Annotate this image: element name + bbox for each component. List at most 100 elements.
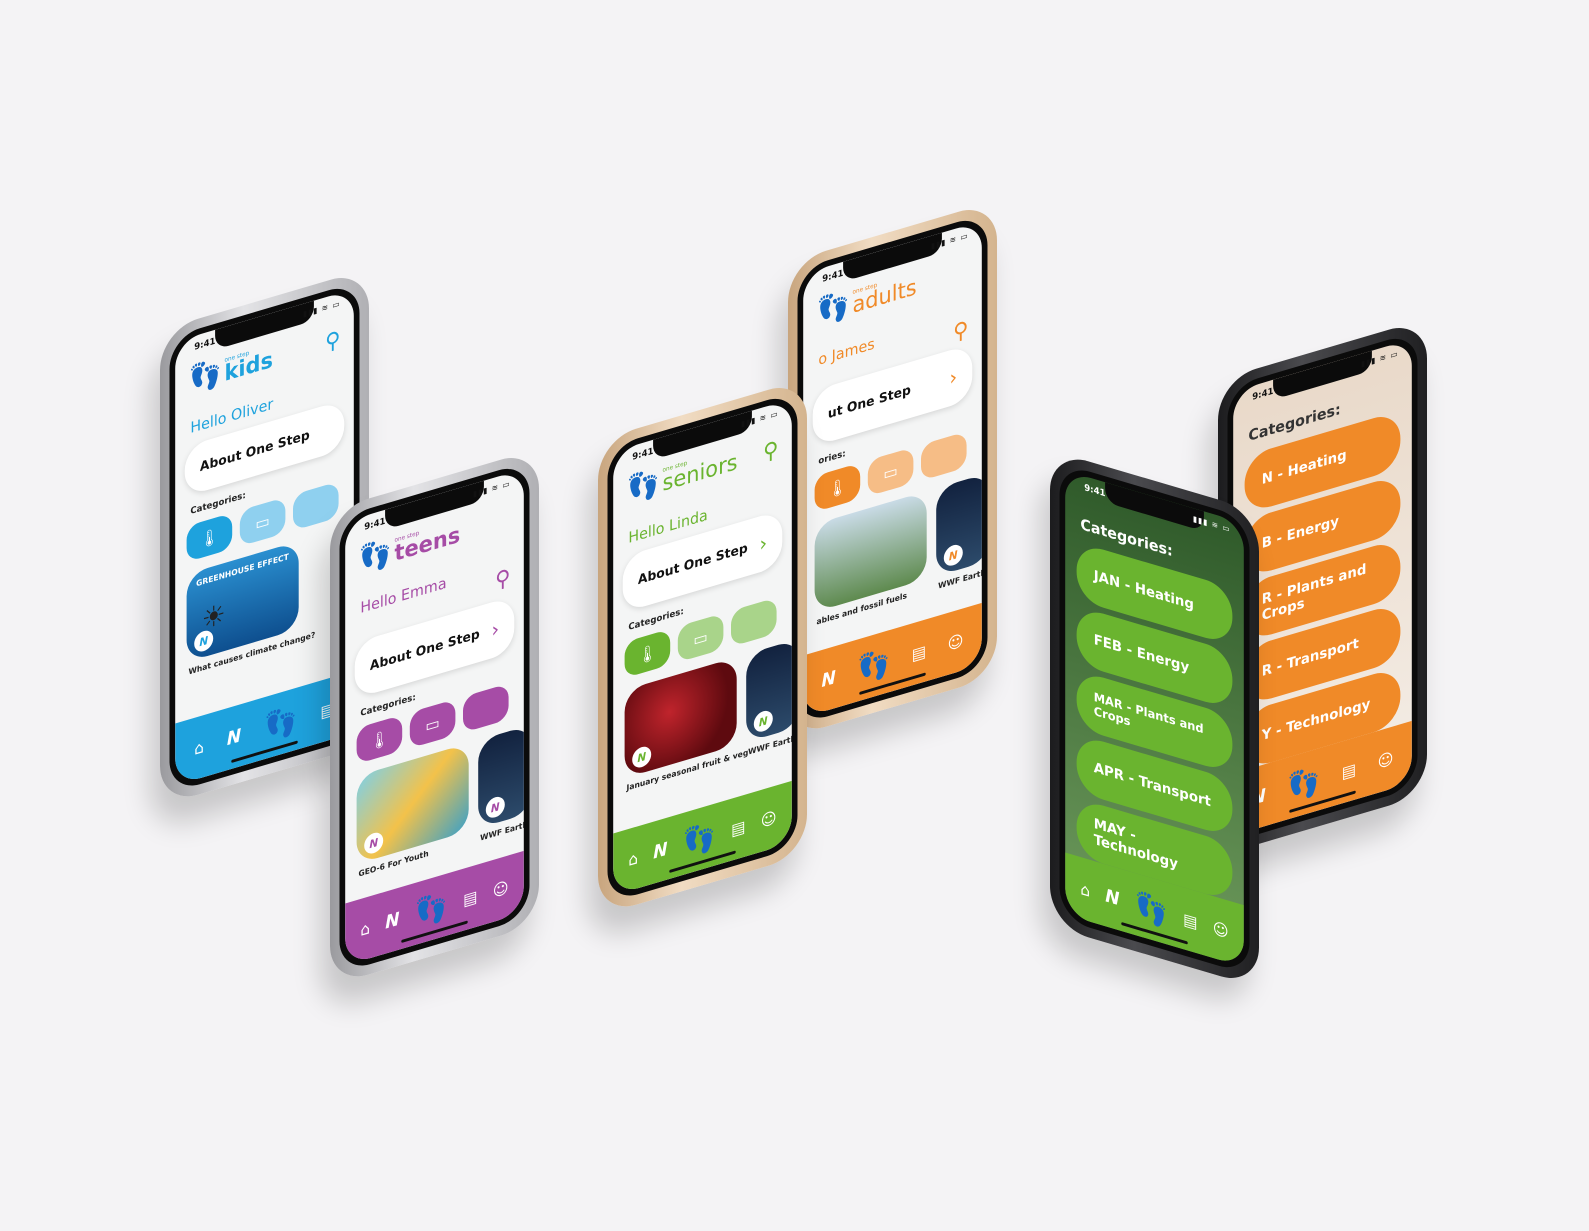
adults-screen: 9:41 ▮▮▮ ≋ ▭ 👣 one step adults ⚲ o James… [803,220,982,718]
battery-icon: ▭ [693,626,708,650]
thermometer-icon: 🌡 [637,641,658,666]
about-label: About One Step [637,540,748,588]
footprint-icon: 👣 [188,354,222,398]
profile-icon[interactable]: ☺ [1213,917,1229,941]
chat-icon[interactable]: ▤ [731,816,745,839]
category-pill-label: N - Heating [1261,447,1347,489]
about-label: About One Step [199,427,310,475]
category-row: 🌡 ▭ [186,481,339,563]
phone-teens: 9:41 ▮▮▮ ≋ ▭ 👣 one step teens ⚲ Hello Em… [330,448,539,986]
news-icon[interactable]: N [385,908,399,933]
thermometer-icon: 🌡 [199,525,220,550]
content-card[interactable]: N [478,724,524,829]
search-icon[interactable]: ⚲ [763,437,778,467]
category-plants[interactable] [731,597,777,647]
content-card[interactable]: N [936,472,982,577]
chevron-right-icon: › [491,616,500,643]
footprint-icon: 👣 [358,534,392,578]
phone-adults: 9:41 ▮▮▮ ≋ ▭ 👣 one step adults ⚲ o James… [788,200,997,738]
n-badge: N [753,708,773,735]
n-badge: N [194,628,214,654]
thermometer-icon: 🌡 [369,727,390,752]
categories-orange-screen: 9:41 ▮▮▮ ≋ ▭ Categories: N - Heating B -… [1233,338,1412,836]
n-badge: N [632,744,652,770]
kids-screen: 9:41 ▮▮▮ ≋ ▭ 👣 one step kids ⚲ Hello Oli… [175,288,354,786]
category-energy[interactable]: ▭ [409,699,456,749]
phone-seniors: 9:41 ▮▮▮ ≋ ▭ 👣 one step seniors ⚲ Hello … [598,378,807,916]
chat-icon[interactable]: ▤ [1183,909,1197,932]
battery-icon: ▭ [255,510,270,534]
category-plants[interactable] [921,431,967,481]
footprint-icon[interactable]: 👣 [857,644,890,687]
bottom-navbar: ⌂ N 👣 ▤ ☺ [613,780,792,896]
status-time: 9:41 [364,516,386,533]
category-pill-label: FEB - Energy [1093,631,1190,677]
status-time: 9:41 [822,268,844,285]
category-pill-label: JAN - Heating [1093,567,1194,614]
teens-screen: 9:41 ▮▮▮ ≋ ▭ 👣 one step teens ⚲ Hello Em… [345,468,524,966]
bottom-navbar: ⌂ N 👣 ▤ [175,670,354,786]
footprint-icon[interactable]: 👣 [415,888,448,931]
chevron-right-icon: › [949,364,958,391]
category-heating[interactable]: 🌡 [814,462,861,513]
footprint-icon: 👣 [626,464,660,508]
mockup-stage: 9:41 ▮▮▮ ≋ ▭ 👣 one step kids ⚲ Hello Oli… [0,0,1589,1231]
status-time: 9:41 [632,446,654,463]
category-energy[interactable]: ▭ [677,613,724,663]
status-time: 9:41 [194,336,216,353]
search-icon[interactable]: ⚲ [325,327,340,357]
chevron-right-icon: › [759,530,768,557]
category-heating[interactable]: 🌡 [356,714,403,765]
home-icon[interactable]: ⌂ [628,848,638,870]
categories-green-screen: 9:41 ▮▮▮ ≋ ▭ Categories: JAN - Heating F… [1065,470,1244,968]
footprint-icon: 👣 [816,286,850,330]
category-heating[interactable]: 🌡 [186,512,233,563]
footprint-icon[interactable]: 👣 [1135,887,1168,930]
news-icon[interactable]: N [1105,885,1119,910]
category-plants[interactable] [293,481,339,531]
n-badge: N [485,794,505,821]
profile-icon[interactable]: ☺ [761,807,777,831]
content-card[interactable]: N [356,743,469,865]
content-card[interactable]: N [746,638,792,743]
n-badge: N [943,542,963,569]
chat-icon[interactable]: ▤ [1342,759,1356,782]
battery-icon: ▭ [425,712,440,736]
home-icon[interactable]: ⌂ [360,918,370,940]
status-time: 9:41 [1084,483,1106,500]
search-icon[interactable]: ⚲ [953,317,968,347]
footprint-icon[interactable]: 👣 [264,702,297,745]
news-icon[interactable]: N [653,838,667,863]
category-energy[interactable]: ▭ [239,497,286,547]
news-icon[interactable]: N [227,725,241,750]
category-pill-label: APR - Transport [1093,759,1211,811]
category-plants[interactable] [463,683,509,733]
thermometer-icon: 🌡 [827,475,848,500]
about-label: ut One Step [827,382,911,422]
home-icon[interactable]: ⌂ [194,737,204,759]
home-icon[interactable]: ⌂ [1080,878,1090,900]
n-badge: N [364,830,384,856]
category-heating[interactable]: 🌡 [624,628,671,679]
news-icon[interactable]: N [822,666,836,691]
battery-icon: ▭ [883,460,898,484]
search-icon[interactable]: ⚲ [495,565,510,595]
chat-icon[interactable]: ▤ [912,641,926,664]
footprint-icon[interactable]: 👣 [683,818,716,861]
chat-icon[interactable]: ▤ [463,886,477,909]
profile-icon[interactable]: ☺ [493,877,509,901]
about-label: About One Step [369,626,480,674]
category-pill-label: R - Transport [1261,635,1359,681]
seniors-screen: 9:41 ▮▮▮ ≋ ▭ 👣 one step seniors ⚲ Hello … [613,398,792,896]
phone-categories-green: 9:41 ▮▮▮ ≋ ▭ Categories: JAN - Heating F… [1050,450,1259,988]
greeting: Hello Emma [360,573,447,618]
category-pill-label: B - Energy [1261,513,1339,553]
profile-icon[interactable]: ☺ [1378,748,1394,772]
card-banner: GREENHOUSE EFFECT [196,552,289,589]
footprint-icon[interactable]: 👣 [1287,762,1320,805]
category-energy[interactable]: ▭ [867,447,914,497]
profile-icon[interactable]: ☺ [948,630,964,654]
greeting: o James [818,334,875,370]
content-card[interactable] [814,491,927,613]
status-time: 9:41 [1252,386,1274,403]
